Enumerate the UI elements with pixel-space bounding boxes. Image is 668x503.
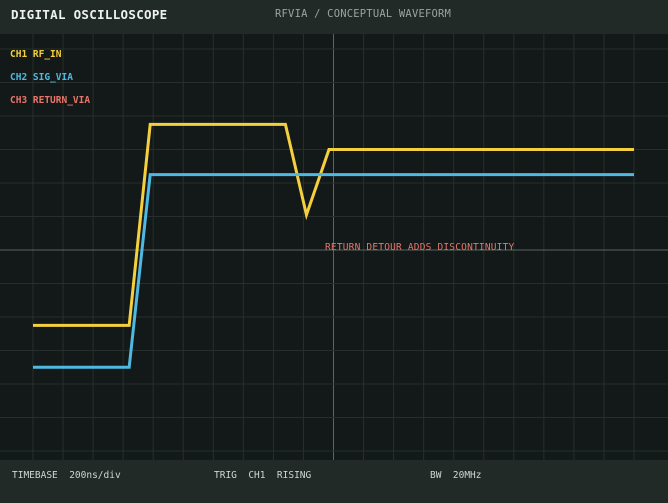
bandwidth-readout: BW 20MHz [430,470,482,481]
channel-label-ch2: CH2 SIG_VIA [10,72,73,83]
channel-label-ch1: CH1 RF_IN [10,49,62,60]
app-title: DIGITAL OSCILLOSCOPE [11,7,168,22]
discontinuity-annotation: RETURN DETOUR ADDS DISCONTINUITY [325,242,515,253]
waveform-display[interactable]: CH1 RF_IN CH2 SIG_VIA CH3 RETURN_VIA RET… [0,34,668,460]
oscilloscope-window: DIGITAL OSCILLOSCOPE RFVIA / CONCEPTUAL … [0,0,668,503]
status-bar: TIMEBASE 200ns/div TRIG CH1 RISING BW 20… [0,460,668,503]
title-bar: DIGITAL OSCILLOSCOPE RFVIA / CONCEPTUAL … [0,0,668,34]
channel-label-ch3: CH3 RETURN_VIA [10,95,91,106]
trigger-readout: TRIG CH1 RISING [214,470,312,481]
waveform-subtitle: RFVIA / CONCEPTUAL WAVEFORM [275,8,452,20]
timebase-readout: TIMEBASE 200ns/div [12,470,121,481]
